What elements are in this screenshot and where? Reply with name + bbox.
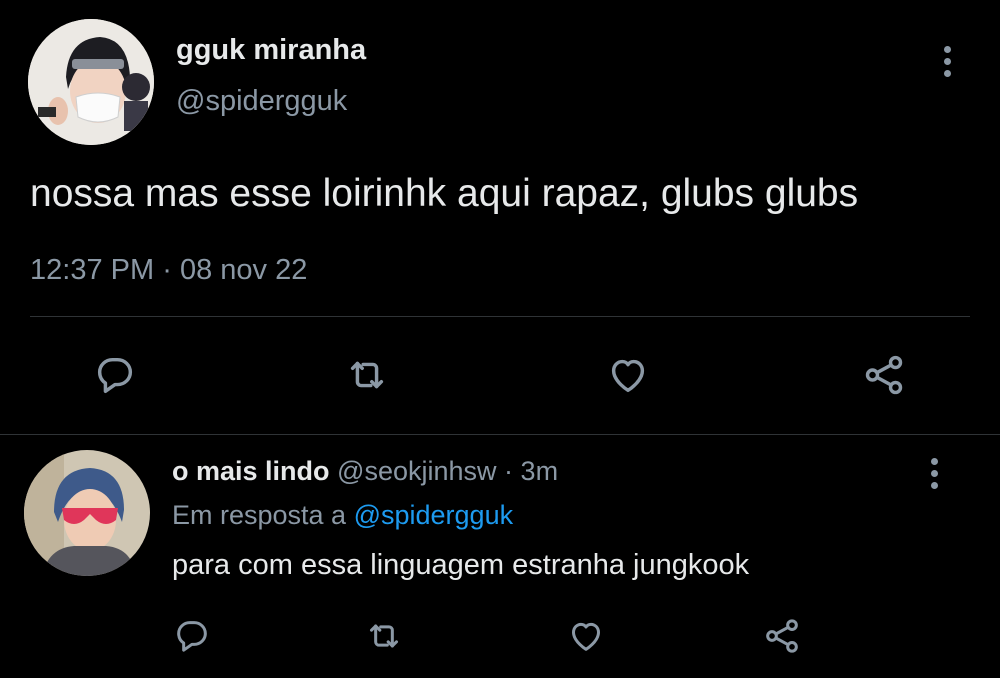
main-timestamp: 12:37 PM · 08 nov 22 [30,254,307,287]
reply-like-icon[interactable] [564,616,608,656]
reply-avatar[interactable] [24,450,150,576]
reply-text: para com essa linguagem estranha jungkoo… [172,549,750,581]
reply-more-icon[interactable] [931,458,939,490]
main-date[interactable]: 08 nov 22 [180,254,307,286]
main-handle[interactable]: @spidergguk [176,85,347,118]
reply-handle[interactable]: @seokjinhsw [337,456,496,486]
avatar-image [28,19,154,145]
replying-to-line: Em resposta a @spidergguk [172,500,513,531]
reply-age[interactable]: 3m [521,456,559,486]
thread-separator [0,434,1000,435]
avatar-image [24,450,150,576]
main-more-icon[interactable] [944,46,952,78]
reply-header: o mais lindo @seokjinhsw · 3m [172,456,558,487]
main-divider [30,316,970,317]
reply-share-icon[interactable] [760,616,804,656]
main-avatar[interactable] [28,19,154,145]
main-retweet-icon[interactable] [343,352,391,398]
main-share-icon[interactable] [860,352,908,398]
main-reply-icon[interactable] [92,352,138,398]
reply-display-name[interactable]: o mais lindo [172,456,330,486]
replying-to-link[interactable]: @spidergguk [354,500,514,530]
main-display-name[interactable]: gguk miranha [176,34,366,67]
main-separator: · [162,254,172,286]
main-time[interactable]: 12:37 PM [30,254,154,286]
replying-prefix: Em resposta a [172,500,347,530]
main-tweet-text: nossa mas esse loirinhk aqui rapaz, glub… [30,172,859,215]
reply-separator: · [504,456,514,486]
reply-reply-icon[interactable] [172,616,212,656]
main-like-icon[interactable] [604,352,652,398]
reply-retweet-icon[interactable] [362,616,406,656]
